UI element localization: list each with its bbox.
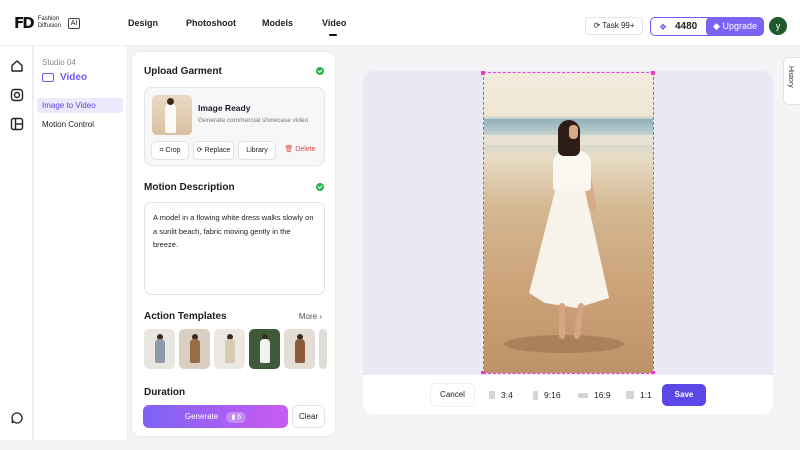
nav-video[interactable]: Video [322,0,346,46]
ratio-1-1-icon [626,391,634,399]
cancel-button[interactable]: Cancel [431,384,474,406]
settings-panel: Upload Garment Image Ready Generate comm… [131,51,336,437]
crop-handle[interactable] [651,71,655,75]
studio-nav: Studio 04 Video Image to Video Motion Co… [34,46,126,440]
replace-label: Replace [204,147,231,154]
studio-title-text: Video [60,72,88,83]
template-thumb[interactable] [179,329,210,369]
history-tab[interactable]: History [783,57,800,105]
clear-button[interactable]: Clear [292,405,325,428]
ratio-1-1[interactable]: 1:1 [626,384,652,406]
ratio-16-9-label: 16:9 [594,390,611,400]
canvas-toolbar: Cancel 3:4 9:16 16:9 1:1 Save [363,374,773,414]
templates-title: Action Templates [144,311,227,322]
crop-handle[interactable] [481,71,485,75]
ratio-3-4[interactable]: 3:4 [489,384,513,406]
camera-icon[interactable] [10,88,24,102]
crop-icon: ⌗ [159,147,164,154]
motion-title: Motion Description [144,182,235,193]
replace-icon: ⟳ [196,147,203,154]
garment-thumbnail[interactable] [152,95,192,135]
studio-label: Studio 04 [42,58,76,67]
template-thumb[interactable] [144,329,175,369]
garment-status-title: Image Ready [198,103,251,113]
crop-label: Crop [165,147,181,154]
ratio-16-9[interactable]: 16:9 [578,384,611,406]
upgrade-button[interactable]: ◆ Upgrade [706,17,764,36]
video-icon [42,73,54,82]
coin-icon: ▮ [231,414,236,421]
task-button[interactable]: ⟳ Task 99+ [585,17,643,35]
replace-button[interactable]: ⟳ Replace [193,141,234,160]
more-link[interactable]: More › [299,312,322,321]
logo-mark: FD [14,14,35,32]
credits-box: ❖ 4480 ◆ Upgrade [650,17,764,36]
delete-label: Delete [295,146,316,153]
chat-icon[interactable] [10,411,24,425]
logo-ai-badge: AI [67,17,81,29]
garment-status-sub: Generate commercial showcase video [198,117,309,124]
trash-icon: 🗑 [284,146,294,153]
studio-item-motion-control[interactable]: Motion Control [37,117,123,132]
ratio-16-9-icon [578,392,588,398]
ratio-9-16[interactable]: 9:16 [533,384,561,406]
ratio-3-4-label: 3:4 [501,390,513,400]
upload-check-icon [316,67,324,75]
upgrade-label: Upgrade [722,21,757,31]
crop-frame[interactable] [483,72,654,374]
duration-title: Duration [144,387,186,398]
template-thumb[interactable] [319,329,327,369]
crop-button[interactable]: ⌗ Crop [151,141,189,160]
template-thumb[interactable] [214,329,245,369]
top-bar: FD Fashion Diffusion AI Design Photoshoo… [0,0,800,46]
save-button[interactable]: Save [662,384,706,406]
upload-title: Upload Garment [144,66,222,77]
studio-item-image-to-video[interactable]: Image to Video [37,98,123,113]
icon-rail [0,46,33,440]
more-label: More [298,312,318,321]
task-label: Task 99+ [602,21,635,30]
nav-models[interactable]: Models [262,0,293,46]
credits-count: 4480 [675,21,698,32]
preview-canvas: Cancel 3:4 9:16 16:9 1:1 Save [363,71,773,414]
refresh-icon: ⟳ [593,21,601,30]
generate-cost: 6 [237,414,242,421]
ratio-3-4-icon [489,391,495,399]
generate-cost-badge: ▮ 6 [226,412,247,423]
generate-label: Generate [184,412,219,421]
logo-text: Fashion Diffusion [37,16,61,29]
history-label: History [787,66,794,88]
template-thumb[interactable] [284,329,315,369]
layout-icon[interactable] [10,117,24,131]
ratio-1-1-label: 1:1 [640,390,652,400]
template-thumb[interactable] [249,329,280,369]
garment-card: Image Ready Generate commercial showcase… [144,87,325,166]
ratio-9-16-icon [533,390,538,400]
home-icon[interactable] [10,59,24,73]
avatar[interactable]: y [769,17,787,35]
motion-check-icon [316,183,324,191]
nav-photoshoot[interactable]: Photoshoot [186,0,236,46]
library-button[interactable]: Library [238,141,276,160]
chevron-right-icon: › [319,312,322,321]
credits-icon: ❖ [659,22,668,32]
diamond-icon: ◆ [713,21,720,31]
motion-description-input[interactable]: A model in a flowing white dress walks s… [144,202,325,295]
ratio-9-16-label: 9:16 [544,390,561,400]
logo[interactable]: FD Fashion Diffusion AI [14,14,81,32]
generate-button[interactable]: Generate ▮ 6 [143,405,288,428]
nav-design[interactable]: Design [128,0,158,46]
delete-button[interactable]: 🗑 Delete [279,141,321,160]
studio-title: Video [42,72,87,83]
